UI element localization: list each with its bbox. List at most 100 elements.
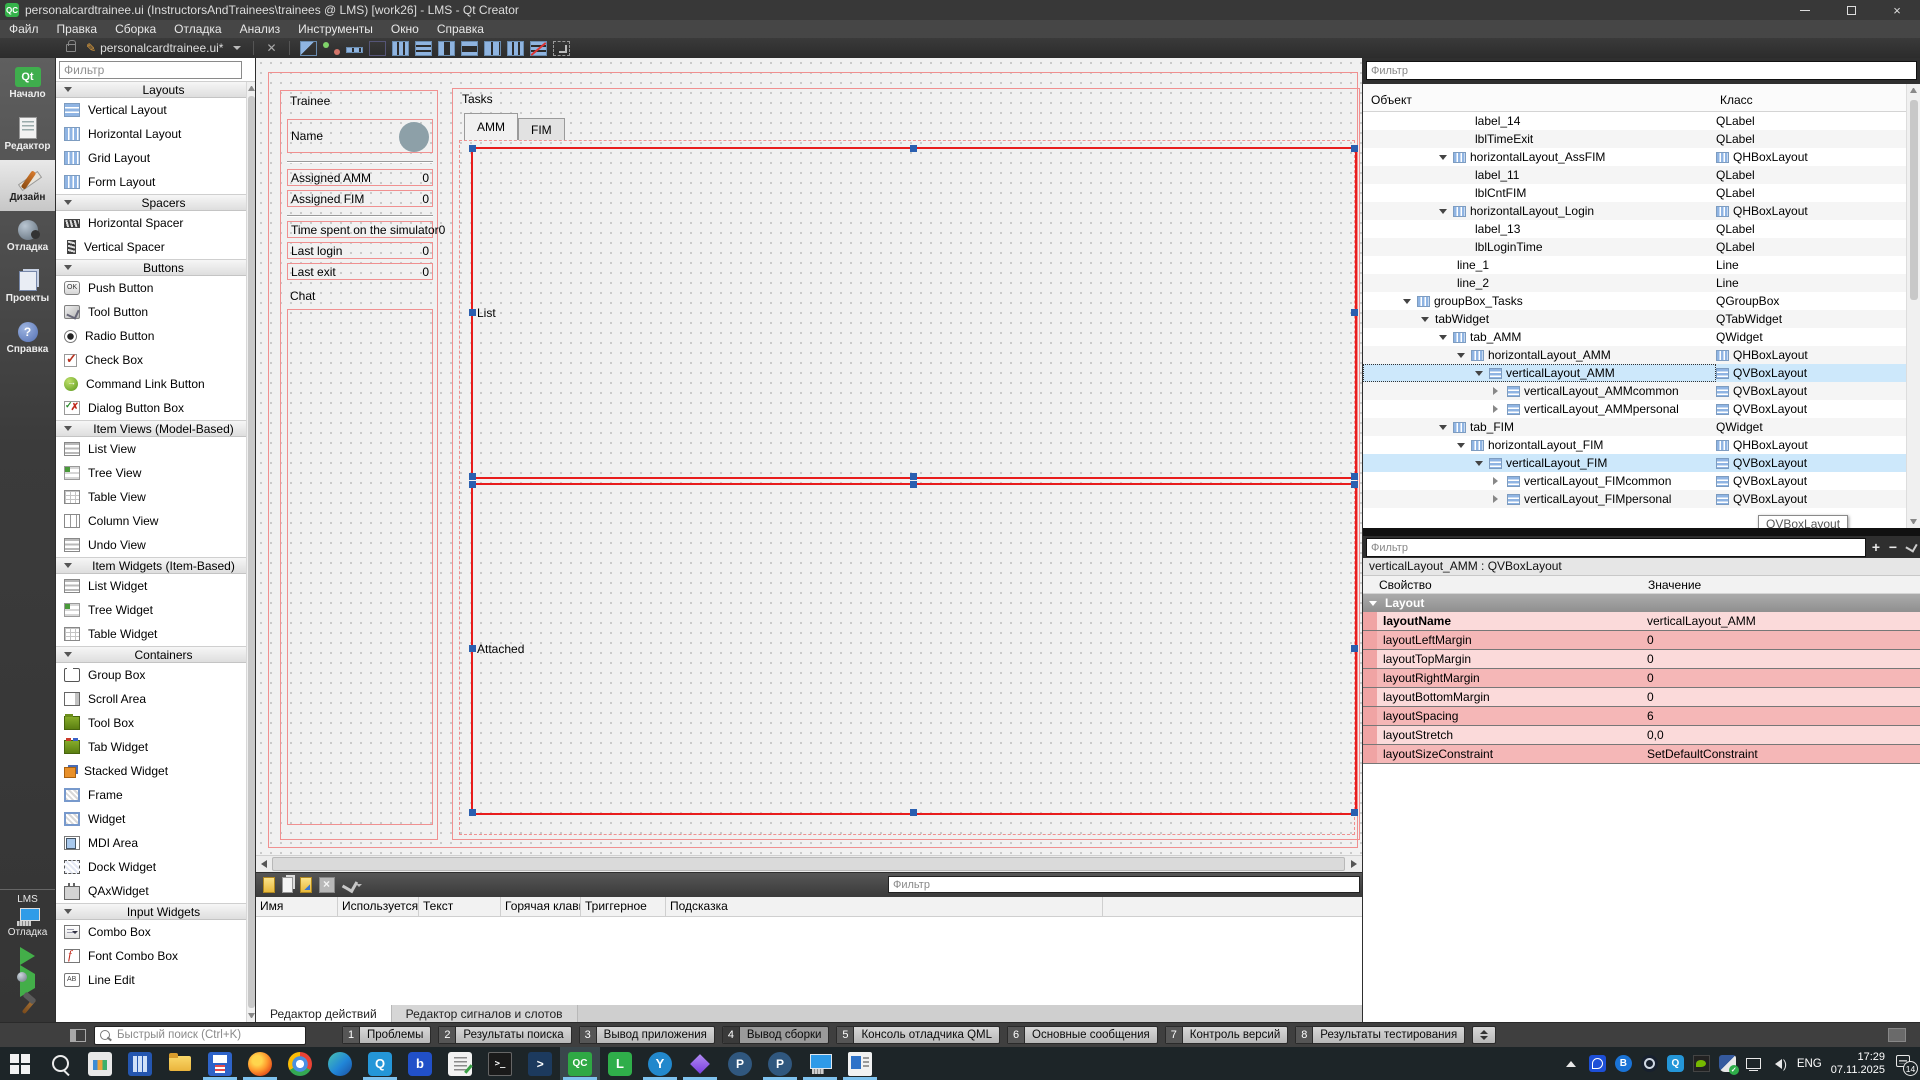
widget-box-item[interactable]: Radio Button [56, 324, 255, 348]
object-tree-row[interactable]: verticalLayout_FIMpersonalQVBoxLayout [1363, 490, 1906, 508]
quick-search-input[interactable] [94, 1026, 306, 1045]
property-row[interactable]: layoutNameverticalLayout_AMM [1363, 612, 1920, 631]
mode-help[interactable]: Справка [0, 313, 55, 364]
object-name-cell[interactable]: lblCntFIM [1363, 184, 1716, 202]
trainee-field-row[interactable]: Last exit0 [287, 263, 433, 280]
steam-icon[interactable] [1641, 1055, 1658, 1072]
panel-splitter[interactable] [1363, 528, 1920, 536]
object-tree-row[interactable]: verticalLayout_AMMQVBoxLayout [1363, 364, 1906, 382]
selection-handle[interactable] [469, 645, 476, 652]
scrollbar-thumb[interactable] [272, 857, 1345, 871]
widget-category-header[interactable]: Containers [56, 646, 255, 663]
widget-box-item[interactable]: Tree View [56, 461, 255, 485]
widget-box-item[interactable]: Grid Layout [56, 146, 255, 170]
cmd[interactable] [480, 1047, 520, 1080]
document-dropdown-icon[interactable] [233, 46, 241, 54]
chevron-collapsed-icon[interactable] [1493, 405, 1507, 413]
widget-box-item[interactable]: Table Widget [56, 622, 255, 646]
chevron-expanded-icon[interactable] [1475, 461, 1489, 466]
property-row[interactable]: layoutSizeConstraintSetDefaultConstraint [1363, 745, 1920, 764]
menubar-item[interactable]: Файл [0, 20, 48, 38]
object-name-cell[interactable]: tab_AMM [1363, 328, 1716, 346]
name-field-row[interactable]: Name [287, 119, 433, 153]
object-tree-row[interactable]: lblCntFIMQLabel [1363, 184, 1906, 202]
widget-box-item[interactable]: Tree Widget [56, 598, 255, 622]
calculator-app[interactable] [120, 1047, 160, 1080]
postgres-2[interactable] [760, 1047, 800, 1080]
chevron-collapsed-icon[interactable] [1493, 477, 1507, 485]
bottom-tab[interactable]: Редактор сигналов и слотов [392, 1005, 578, 1022]
firefox[interactable] [240, 1047, 280, 1080]
widget-box-item[interactable]: Font Combo Box [56, 944, 255, 968]
object-tree-row[interactable]: tab_FIMQWidget [1363, 418, 1906, 436]
layout-property-group[interactable]: Layout [1363, 594, 1920, 612]
run-button[interactable] [20, 947, 35, 965]
object-name-cell[interactable]: groupBox_Tasks [1363, 292, 1716, 310]
edit-signals-slots-icon[interactable] [323, 41, 340, 56]
object-tree-row[interactable]: tab_AMMQWidget [1363, 328, 1906, 346]
widget-box-item[interactable]: Vertical Layout [56, 98, 255, 122]
action-column-header[interactable]: Имя [256, 897, 338, 916]
backup-app[interactable] [200, 1047, 240, 1080]
mode-design[interactable]: Дизайн [0, 160, 55, 211]
build-button[interactable] [17, 994, 39, 1016]
postgres-1[interactable] [720, 1047, 760, 1080]
object-inspector-header[interactable]: Объект Класс [1363, 84, 1906, 112]
action-column-header[interactable]: Горячая клавиш [501, 897, 581, 916]
widget-box-item[interactable]: Check Box [56, 348, 255, 372]
object-tree-row[interactable]: lblLoginTimeQLabel [1363, 238, 1906, 256]
object-name-cell[interactable]: tabWidget [1363, 310, 1716, 328]
chevron-expanded-icon[interactable] [1439, 425, 1453, 430]
mail-app[interactable] [400, 1047, 440, 1080]
tray-expand-icon[interactable] [1563, 1055, 1580, 1072]
network-icon[interactable] [1745, 1055, 1762, 1072]
defender-icon[interactable] [1719, 1055, 1736, 1072]
scroll-right-icon[interactable] [1351, 860, 1357, 868]
object-name-cell[interactable]: horizontalLayout_Login [1363, 202, 1716, 220]
property-value[interactable]: 0 [1641, 688, 1920, 706]
object-tree-row[interactable]: label_14QLabel [1363, 112, 1906, 130]
object-name-cell[interactable]: horizontalLayout_FIM [1363, 436, 1716, 454]
widget-box-item[interactable]: List Widget [56, 574, 255, 598]
selection-handle[interactable] [1351, 473, 1358, 480]
close-document-button[interactable]: ✕ [260, 41, 282, 55]
copy-action-icon[interactable] [282, 877, 293, 893]
widget-box-item[interactable]: Command Link Button [56, 372, 255, 396]
scroll-left-icon[interactable] [261, 860, 267, 868]
tab-amm[interactable]: AMM [464, 113, 518, 140]
delete-action-icon[interactable] [319, 877, 335, 893]
widget-box-scrollbar[interactable] [246, 82, 255, 1022]
splitter-horizontal-icon[interactable] [438, 41, 455, 56]
tray-q-icon[interactable] [1667, 1055, 1684, 1072]
selection-handle[interactable] [910, 809, 917, 816]
q-app[interactable] [360, 1047, 400, 1080]
selection-handle[interactable] [469, 145, 476, 152]
widget-category-header[interactable]: Item Widgets (Item-Based) [56, 557, 255, 574]
object-name-cell[interactable]: verticalLayout_FIM [1363, 454, 1716, 472]
widget-box-item[interactable]: Widget [56, 807, 255, 831]
object-tree-row[interactable]: verticalLayout_AMMpersonalQVBoxLayout [1363, 400, 1906, 418]
maximize-button[interactable] [1828, 0, 1874, 20]
selection-handle[interactable] [1351, 309, 1358, 316]
chrome[interactable] [280, 1047, 320, 1080]
menubar-item[interactable]: Инструменты [289, 20, 382, 38]
adjust-size-icon[interactable] [553, 41, 570, 56]
chevron-expanded-icon[interactable] [1457, 443, 1471, 448]
open-document-selector[interactable]: personalcardtrainee.ui* [100, 41, 223, 55]
chevron-expanded-icon[interactable] [1439, 335, 1453, 340]
widget-box-item[interactable]: Push Button [56, 276, 255, 300]
property-value[interactable]: verticalLayout_AMM [1641, 612, 1920, 630]
trainee-group-box[interactable]: Trainee Name Assigned AMM0Assigned FIM0T… [280, 90, 438, 840]
chevron-expanded-icon[interactable] [1457, 353, 1471, 358]
object-name-cell[interactable]: lblTimeExit [1363, 130, 1716, 148]
bluetooth-icon[interactable] [1615, 1055, 1632, 1072]
selection-handle[interactable] [1351, 645, 1358, 652]
scroll-down-icon[interactable] [1910, 519, 1917, 524]
mode-projects[interactable]: Проекты [0, 262, 55, 313]
object-name-cell[interactable]: horizontalLayout_AMM [1363, 346, 1716, 364]
configure-actions-icon[interactable] [342, 877, 358, 893]
nvidia-icon[interactable] [1693, 1055, 1710, 1072]
tab-fim[interactable]: FIM [518, 118, 565, 140]
property-value[interactable]: 0,0 [1641, 726, 1920, 744]
property-value[interactable]: 6 [1641, 707, 1920, 725]
